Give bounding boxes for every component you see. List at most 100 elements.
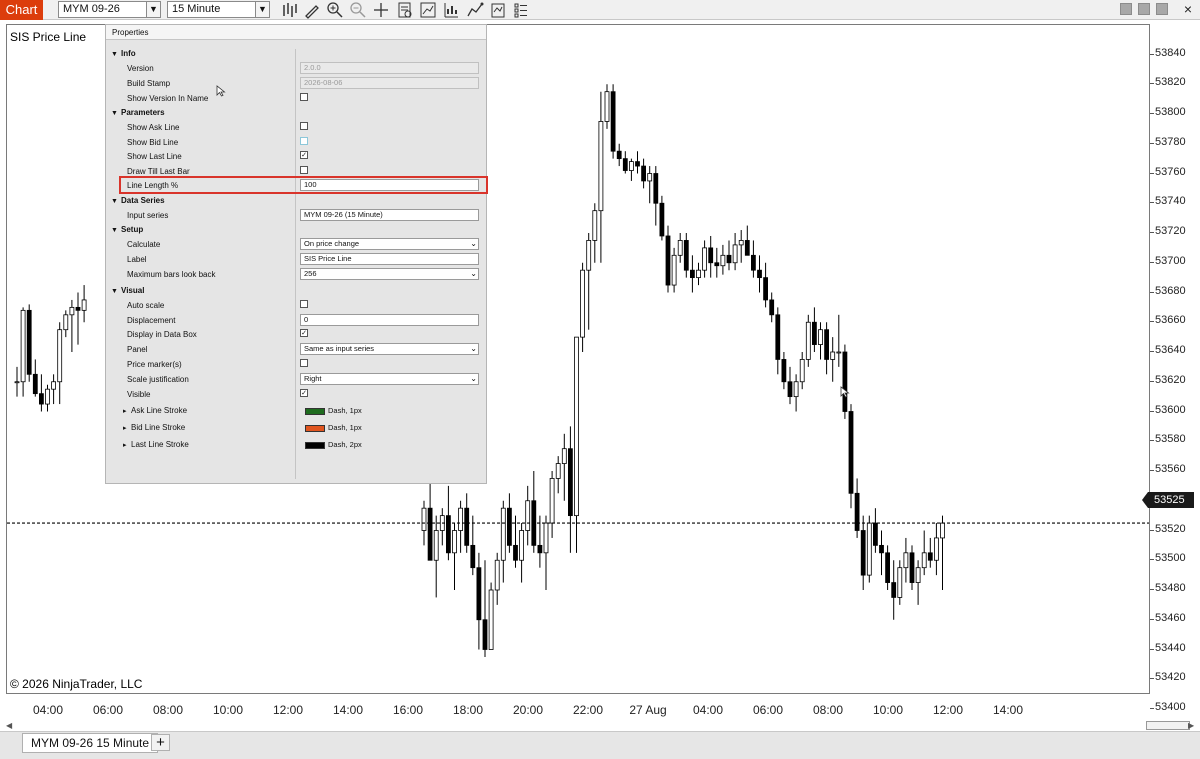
- section-parameters[interactable]: ▼ Parameters: [111, 108, 165, 117]
- show-bid-line-checkbox[interactable]: [300, 137, 308, 145]
- price-tick-mark: [1150, 618, 1154, 620]
- add-tab-button[interactable]: +: [151, 734, 170, 751]
- drawing-tool-icon[interactable]: [303, 1, 321, 19]
- candlestick: [915, 560, 921, 605]
- price-markers-checkbox[interactable]: [300, 359, 308, 367]
- price-tick-label: 53640: [1155, 344, 1186, 356]
- candlestick: [488, 582, 494, 650]
- data-box-icon[interactable]: [396, 1, 414, 19]
- crosshair-icon[interactable]: [372, 1, 390, 19]
- candlestick: [775, 307, 781, 375]
- time-tick-label: 27 Aug: [629, 703, 667, 717]
- close-button[interactable]: ×: [1180, 0, 1196, 18]
- candlestick: [580, 262, 585, 352]
- candlestick: [543, 515, 549, 590]
- minimize-button[interactable]: [1120, 3, 1132, 15]
- price-axis[interactable]: 53840 53820 53800 53780 53760 53740 53720 53700…: [1150, 24, 1200, 713]
- calculate-dropdown[interactable]: On price change ⌄: [300, 238, 479, 250]
- last-line-stroke-row[interactable]: ▸ Last Line Stroke: [123, 440, 189, 449]
- display-in-data-box-checkbox[interactable]: ✓: [300, 329, 308, 337]
- max-bars-look-back-dropdown[interactable]: 256 ⌄: [300, 268, 479, 280]
- ask-line-stroke-row[interactable]: ▸ Ask Line Stroke: [123, 406, 187, 415]
- show-version-in-name-checkbox[interactable]: [300, 93, 308, 101]
- bid-line-stroke-value[interactable]: Dash, 1px: [305, 423, 362, 432]
- restore-button[interactable]: [1156, 3, 1168, 15]
- expand-icon: ▸: [123, 442, 127, 449]
- chart-scrollbar[interactable]: ◀ ▶: [6, 719, 1198, 731]
- scroll-left-icon[interactable]: ◀: [6, 721, 16, 731]
- show-ask-line-checkbox[interactable]: [300, 122, 308, 130]
- scrollbar-thumb[interactable]: [1146, 721, 1190, 730]
- price-tick-label: 53760: [1155, 165, 1186, 178]
- zoom-in-icon[interactable]: [326, 1, 344, 19]
- section-visual-label: Visual: [121, 286, 145, 295]
- chevron-down-icon: ⌄: [470, 374, 477, 383]
- chevron-down-icon: ⌄: [470, 269, 477, 278]
- panel-dropdown[interactable]: Same as input series ⌄: [300, 343, 479, 355]
- price-tick-label: 53580: [1155, 433, 1186, 446]
- candlestick: [854, 478, 860, 538]
- show-last-line-checkbox[interactable]: ✓: [300, 151, 308, 159]
- indicators-icon[interactable]: [419, 1, 437, 19]
- zoom-out-icon[interactable]: [349, 1, 367, 19]
- candlestick: [690, 255, 695, 293]
- displacement-field[interactable]: 0: [300, 314, 479, 326]
- input-series-field[interactable]: MYM 09-26 (15 Minute): [300, 209, 479, 221]
- time-tick-label: 04:00: [692, 703, 724, 717]
- scale-justification-dropdown[interactable]: Right ⌄: [300, 373, 479, 385]
- maximize-button[interactable]: [1138, 3, 1150, 15]
- candlestick: [592, 203, 598, 263]
- instrument-chart-tab[interactable]: MYM 09-26 15 Minute: [22, 733, 159, 753]
- candlestick: [909, 545, 915, 590]
- bar-type-icon[interactable]: [280, 1, 298, 19]
- candlestick: [860, 515, 866, 590]
- candlestick: [873, 508, 878, 553]
- price-tick-label: 53680: [1155, 284, 1186, 297]
- expand-icon: ▸: [123, 408, 127, 415]
- label-field[interactable]: SIS Price Line: [300, 253, 479, 265]
- time-tick-label: 20:00: [512, 703, 544, 717]
- candlestick: [818, 322, 823, 360]
- candlestick: [57, 322, 63, 405]
- templates-icon[interactable]: [489, 1, 507, 19]
- candlestick: [751, 240, 756, 278]
- candlestick: [677, 233, 683, 263]
- section-data-series[interactable]: ▼ Data Series: [111, 196, 165, 205]
- bid-line-stroke-row[interactable]: ▸ Bid Line Stroke: [123, 423, 185, 432]
- draw-till-last-bar-checkbox[interactable]: [300, 166, 308, 174]
- candlestick: [568, 426, 573, 553]
- price-tick-mark: [1150, 83, 1154, 85]
- section-info[interactable]: ▼ Info: [111, 49, 136, 58]
- candlestick: [26, 304, 32, 382]
- section-setup[interactable]: ▼ Setup: [111, 225, 143, 234]
- label-price-markers: Price marker(s): [127, 360, 182, 369]
- candlestick: [659, 195, 665, 241]
- time-tick-label: 12:00: [932, 703, 964, 717]
- price-tick-label: 53480: [1155, 582, 1186, 594]
- properties-icon[interactable]: [512, 1, 530, 19]
- candlestick: [525, 485, 531, 546]
- last-line-stroke-value[interactable]: Dash, 2px: [305, 440, 362, 449]
- strategies-icon[interactable]: [442, 1, 460, 19]
- chart-trader-icon[interactable]: [466, 1, 484, 19]
- candlestick: [824, 322, 829, 375]
- time-axis[interactable]: 04:00 06:00 08:00 10:00 12:00 14:00 16:00 18:00…: [6, 695, 1150, 717]
- auto-scale-checkbox[interactable]: [300, 300, 308, 308]
- price-tick-label: 53780: [1155, 135, 1186, 148]
- interval-selector[interactable]: 15 Minute ▼: [167, 1, 270, 18]
- candlestick: [433, 515, 439, 598]
- price-tick-mark: [1150, 589, 1154, 590]
- chart-menu-tab[interactable]: Chart: [0, 0, 43, 20]
- label-label: Label: [127, 255, 147, 264]
- ask-line-stroke-value[interactable]: Dash, 1px: [305, 406, 362, 415]
- scroll-right-icon[interactable]: ▶: [1188, 721, 1198, 731]
- mouse-cursor-icon: [840, 385, 850, 398]
- instrument-selector[interactable]: MYM 09-26 ▼: [58, 1, 161, 18]
- candlestick: [39, 374, 44, 412]
- section-visual[interactable]: ▼ Visual: [111, 286, 144, 295]
- price-tick-mark: [1150, 440, 1154, 442]
- visible-checkbox[interactable]: ✓: [300, 389, 308, 397]
- price-tick-mark: [1150, 708, 1154, 709]
- candlestick: [927, 537, 933, 568]
- price-tick-mark: [1150, 351, 1154, 352]
